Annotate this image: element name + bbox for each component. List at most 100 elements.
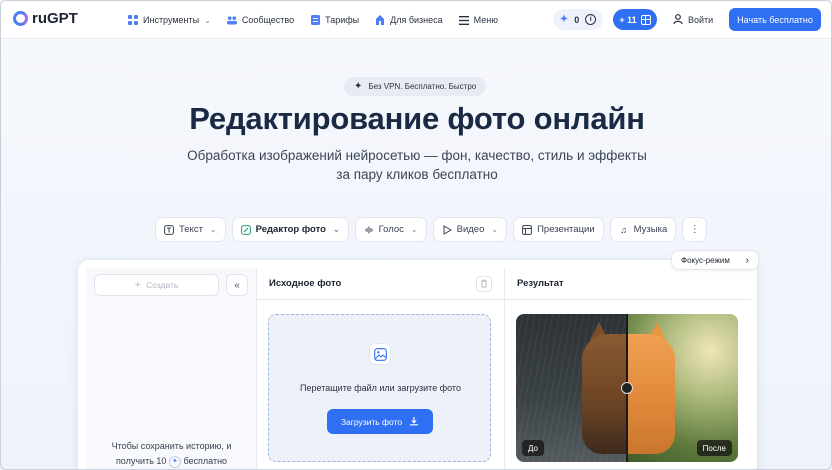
- tab-text[interactable]: Текст ⌄: [155, 217, 226, 242]
- history-hint-pre: получить 10: [115, 456, 167, 466]
- image-upload-icon: [369, 343, 391, 365]
- delete-button[interactable]: [476, 275, 492, 292]
- more-tabs-button[interactable]: ⋮: [682, 217, 708, 242]
- tab-music[interactable]: ♫ Музыка: [609, 217, 677, 242]
- history-sidebar: + Создать « Чтобы сохранить историю, и п…: [86, 268, 257, 469]
- result-header: Результат: [505, 268, 751, 300]
- credits-value: 0: [574, 14, 580, 25]
- cat-after: [627, 334, 675, 454]
- tab-text-label: Текст: [179, 224, 203, 235]
- voice-icon: [364, 225, 374, 235]
- result-title: Результат: [517, 278, 564, 289]
- tab-photo-editor[interactable]: Редактор фото ⌄: [231, 217, 349, 242]
- text-icon: [164, 224, 174, 235]
- tab-presentations[interactable]: Презентации: [513, 217, 604, 242]
- chevron-down-icon: ⌄: [332, 225, 340, 234]
- community-icon: [226, 15, 237, 25]
- upload-photo-label: Загрузить фото: [340, 416, 403, 427]
- photo-edit-icon: [240, 224, 251, 235]
- chevron-down-icon: ⌄: [410, 225, 418, 234]
- trash-icon: [481, 279, 487, 288]
- history-hint: Чтобы сохранить историю, и получить 10 ✦…: [86, 439, 257, 469]
- upload-photo-button[interactable]: Загрузить фото: [327, 409, 433, 434]
- nav-business-label: Для бизнеса: [390, 15, 443, 25]
- tab-voice[interactable]: Голос ⌄: [354, 217, 427, 242]
- presentation-icon: [522, 224, 532, 235]
- bonus-value: + 11: [619, 14, 637, 25]
- nav-tariffs[interactable]: Тарифы: [310, 15, 359, 25]
- user-icon: [673, 14, 683, 26]
- logo-icon: [13, 11, 28, 26]
- tab-voice-label: Голос: [378, 224, 404, 235]
- after-label: После: [696, 440, 732, 456]
- login-label: Войти: [688, 15, 714, 25]
- tab-music-label: Музыка: [633, 224, 668, 235]
- editor-workspace: + Создать « Чтобы сохранить историю, и п…: [77, 259, 758, 469]
- nav-menu[interactable]: Меню: [458, 15, 498, 25]
- compare-handle[interactable]: [621, 382, 633, 394]
- more-icon: ⋮: [689, 223, 700, 235]
- tool-tabs: Текст ⌄ Редактор фото ⌄ Голос ⌄ Видео ⌄: [155, 217, 708, 242]
- nav-tariffs-label: Тарифы: [325, 15, 360, 25]
- sparkle-icon: ✦: [559, 14, 569, 25]
- credits-counter[interactable]: ✦ 0 i: [553, 9, 603, 30]
- hero-badge: ✦ Без VPN. Бесплатно. Быстро: [344, 77, 487, 96]
- hero-badge-text: Без VPN. Бесплатно. Быстро: [368, 82, 477, 91]
- tab-photo-editor-label: Редактор фото: [255, 224, 326, 235]
- before-after-preview[interactable]: До После: [516, 314, 738, 462]
- info-icon: i: [585, 14, 597, 25]
- nav-tools-label: Инструменты: [143, 15, 200, 25]
- chevron-down-icon: ⌄: [204, 15, 211, 25]
- focus-mode-label: Фокус-режим: [681, 255, 730, 265]
- page: ruGPT Инструменты ⌄ Сообщество Тарифы Дл…: [0, 0, 832, 470]
- menu-icon: [458, 15, 469, 25]
- focus-mode-button[interactable]: Фокус-режим ›: [671, 250, 759, 270]
- page-subtitle: Обработка изображений нейросетью — фон, …: [1, 146, 831, 184]
- top-header: ruGPT Инструменты ⌄ Сообщество Тарифы Дл…: [1, 1, 831, 39]
- bonus-button[interactable]: + 11: [613, 9, 657, 30]
- main-nav: Инструменты ⌄ Сообщество Тарифы Для бизн…: [128, 1, 498, 39]
- source-title: Исходное фото: [269, 278, 342, 289]
- create-label: Создать: [146, 280, 179, 290]
- subtitle-line-1: Обработка изображений нейросетью — фон, …: [187, 148, 647, 163]
- music-icon: ♫: [620, 224, 628, 235]
- chevron-down-icon: ⌄: [209, 225, 217, 234]
- gift-icon: [640, 14, 651, 25]
- page-title: Редактирование фото онлайн: [189, 101, 645, 136]
- logo[interactable]: ruGPT: [13, 10, 78, 27]
- nav-business[interactable]: Для бизнеса: [375, 15, 443, 25]
- chevron-right-icon: ›: [745, 254, 749, 266]
- nav-menu-label: Меню: [473, 15, 498, 25]
- double-chevron-left-icon: «: [234, 279, 240, 291]
- tariff-icon: [310, 15, 320, 25]
- video-icon: [442, 224, 452, 235]
- logo-text: ruGPT: [32, 10, 78, 27]
- history-hint-post: бесплатно: [183, 456, 228, 466]
- plus-icon: +: [134, 279, 142, 291]
- before-label: До: [522, 440, 544, 456]
- result-column: Результат До После: [505, 268, 751, 469]
- nav-community-label: Сообщество: [241, 15, 295, 25]
- nav-community[interactable]: Сообщество: [226, 15, 295, 25]
- tab-video-label: Видео: [456, 224, 485, 235]
- history-hint-line-1: Чтобы сохранить историю, и: [111, 441, 232, 451]
- collapse-sidebar-button[interactable]: «: [226, 274, 248, 296]
- create-button[interactable]: + Создать: [94, 274, 219, 296]
- history-hint-line-2: получить 10 ✦ бесплатно: [86, 454, 257, 469]
- upload-dropzone[interactable]: Перетащите файл или загрузите фото Загру…: [268, 314, 491, 462]
- download-icon: [409, 416, 419, 428]
- subtitle-line-2: за пару кликов бесплатно: [336, 167, 498, 182]
- start-free-button[interactable]: Начать бесплатно: [729, 8, 821, 31]
- grid-icon: [128, 15, 138, 25]
- source-column: Исходное фото Перетащите файл или загруз…: [257, 268, 505, 469]
- login-link[interactable]: Войти: [673, 1, 713, 39]
- dropzone-text: Перетащите файл или загрузите фото: [300, 383, 461, 393]
- tab-presentations-label: Презентации: [537, 224, 595, 235]
- source-header: Исходное фото: [257, 268, 504, 300]
- sparkle-icon: ✦: [354, 81, 363, 92]
- business-icon: [375, 15, 385, 25]
- nav-tools[interactable]: Инструменты ⌄: [128, 15, 211, 25]
- cat-before: [582, 334, 630, 454]
- sparkle-icon: ✦: [168, 455, 181, 468]
- tab-video[interactable]: Видео ⌄: [432, 217, 508, 242]
